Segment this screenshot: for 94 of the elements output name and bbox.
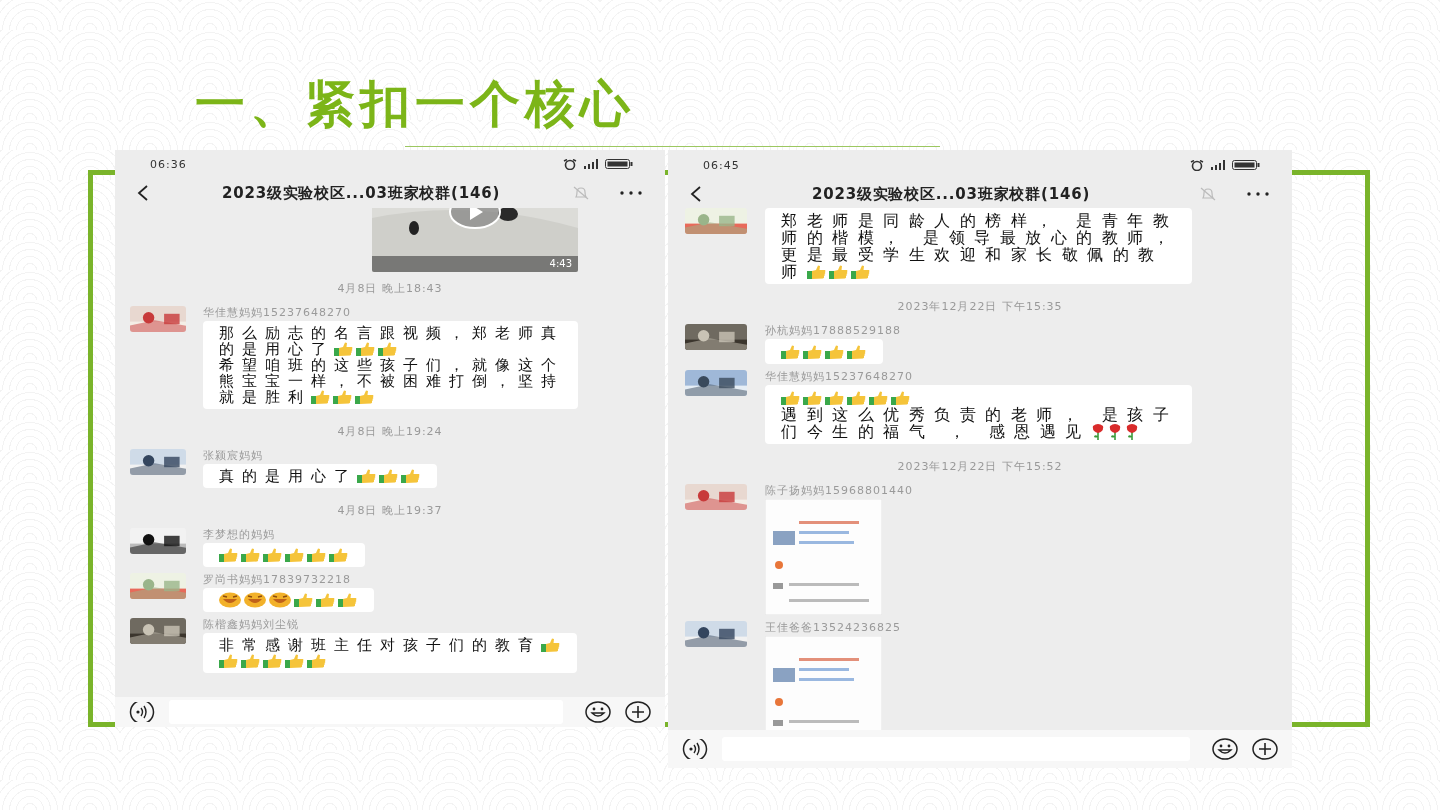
- rose-icon: [1090, 423, 1105, 440]
- more-icon[interactable]: [619, 191, 643, 195]
- sender-name: 罗尚书妈妈17839732218: [203, 573, 351, 586]
- timestamp: 4月8日 晚上19:24: [337, 425, 443, 439]
- thumbs-up-icon: [219, 654, 238, 668]
- thumbs-up-icon: [307, 654, 326, 668]
- thumbs-up-icon: [334, 342, 353, 356]
- thumbs-up-icon: [219, 548, 238, 562]
- thumbs-up-icon: [355, 390, 374, 404]
- thumbs-up-icon: [285, 548, 304, 562]
- plus-icon[interactable]: [625, 701, 651, 723]
- thumbs-up-icon: [781, 344, 800, 359]
- thumbs-up-icon: [378, 342, 397, 356]
- battery-icon: [1232, 160, 1260, 170]
- sender-name: 陈子扬妈妈15968801440: [765, 484, 913, 497]
- timestamp: 2023年12月22日 下午15:35: [897, 300, 1063, 314]
- thumbs-up-icon: [263, 548, 282, 562]
- thumbs-up-icon: [379, 469, 398, 483]
- laughing-face-icon: [219, 592, 241, 608]
- alarm-clock-icon: [1190, 159, 1204, 171]
- thumbs-up-icon: [357, 469, 376, 483]
- sender-name: 王佳爸爸13524236825: [765, 621, 901, 634]
- signal-icon: [582, 159, 600, 169]
- back-icon[interactable]: [137, 185, 149, 201]
- sender-name: 孙杭妈妈17888529188: [765, 324, 901, 337]
- back-icon[interactable]: [690, 186, 702, 202]
- message-text: 们今生的福气 ， 感恩遇见: [781, 423, 1091, 440]
- message-text: 非常感谢班主任对孩子们的教育: [219, 637, 541, 653]
- message-text: 的是用心了: [219, 341, 334, 357]
- more-icon[interactable]: [1246, 192, 1270, 196]
- thumbs-up-icon: [338, 593, 357, 607]
- thumbs-up-icon: [847, 344, 866, 359]
- muted-bell-icon: [573, 186, 589, 200]
- plus-icon[interactable]: [1252, 738, 1278, 760]
- message-text: 希望咱班的这些孩子们，就像这个: [219, 357, 564, 373]
- message-text: 师: [781, 263, 807, 280]
- message-text: 郑老师是同龄人的榜样， 是青年教: [781, 212, 1179, 229]
- sender-name: 李梦想的妈妈: [203, 528, 275, 541]
- signal-icon: [1209, 160, 1227, 170]
- thumbs-up-icon: [803, 344, 822, 359]
- message-text: 熊宝宝一样，不被困难打倒，坚持: [219, 373, 564, 389]
- thumbs-up-icon: [828, 264, 848, 279]
- message-text: 那么励志的名言跟视频，郑老师真: [219, 325, 564, 341]
- laughing-face-icon: [269, 592, 291, 608]
- thumbs-up-icon: [307, 548, 326, 562]
- thumbs-up-icon: [356, 342, 375, 356]
- muted-bell-icon: [1200, 187, 1216, 201]
- thumbs-up-icon: [891, 390, 910, 405]
- video-duration: 4:43: [549, 258, 572, 269]
- message-text: 真的是用心了: [219, 468, 357, 484]
- thumbs-up-icon: [850, 264, 870, 279]
- slide-title: 一、紧扣一个核心: [195, 74, 635, 135]
- thumbs-up-icon: [803, 390, 822, 405]
- laughing-face-icon: [244, 592, 266, 608]
- voice-icon[interactable]: [682, 739, 708, 759]
- thumbs-up-icon: [241, 548, 260, 562]
- message-text: 就是胜利: [219, 389, 311, 405]
- thumbs-up-icon: [285, 654, 304, 668]
- chat-title: 2023级实验校区...03班家校群(146): [810, 184, 1092, 204]
- thumbs-up-icon: [263, 654, 282, 668]
- emoji-icon[interactable]: [1212, 738, 1238, 760]
- battery-icon: [605, 159, 633, 169]
- message-text: 师的楷模， 是领导最放心的教师，: [781, 229, 1179, 246]
- alarm-clock-icon: [563, 158, 577, 170]
- rose-icon: [1124, 423, 1139, 440]
- thumbs-up-icon: [825, 390, 844, 405]
- status-time: 06:45: [703, 158, 740, 172]
- message-text: 遇到这么优秀负责的老师， 是孩子: [781, 406, 1179, 423]
- thumbs-up-icon: [869, 390, 888, 405]
- thumbs-up-icon: [329, 548, 348, 562]
- timestamp: 4月8日 晚上18:43: [337, 282, 443, 296]
- sender-name: 华佳慧妈妈15237648270: [765, 370, 913, 383]
- timestamp: 2023年12月22日 下午15:52: [897, 460, 1063, 474]
- emoji-icon[interactable]: [585, 701, 611, 723]
- rose-icon: [1107, 423, 1122, 440]
- thumbs-up-icon: [825, 344, 844, 359]
- status-time: 06:36: [150, 157, 187, 171]
- voice-icon[interactable]: [129, 702, 155, 722]
- thumbs-up-icon: [541, 638, 560, 652]
- thumbs-up-icon: [806, 264, 826, 279]
- thumbs-up-icon: [401, 469, 420, 483]
- thumbs-up-icon: [316, 593, 335, 607]
- thumbs-up-icon: [333, 390, 352, 404]
- chat-title: 2023级实验校区...03班家校群(146): [220, 183, 502, 203]
- sender-name: 华佳慧妈妈15237648270: [203, 306, 351, 319]
- thumbs-up-icon: [294, 593, 313, 607]
- thumbs-up-icon: [781, 390, 800, 405]
- thumbs-up-icon: [311, 390, 330, 404]
- message-text: 更是最受学生欢迎和家长敬佩的教: [781, 246, 1164, 263]
- thumbs-up-icon: [241, 654, 260, 668]
- thumbs-up-icon: [847, 390, 866, 405]
- timestamp: 4月8日 晚上19:37: [337, 504, 443, 518]
- sender-name: 张颍宸妈妈: [203, 449, 263, 462]
- sender-name: 陈楷鑫妈妈刘尘锐: [203, 618, 299, 631]
